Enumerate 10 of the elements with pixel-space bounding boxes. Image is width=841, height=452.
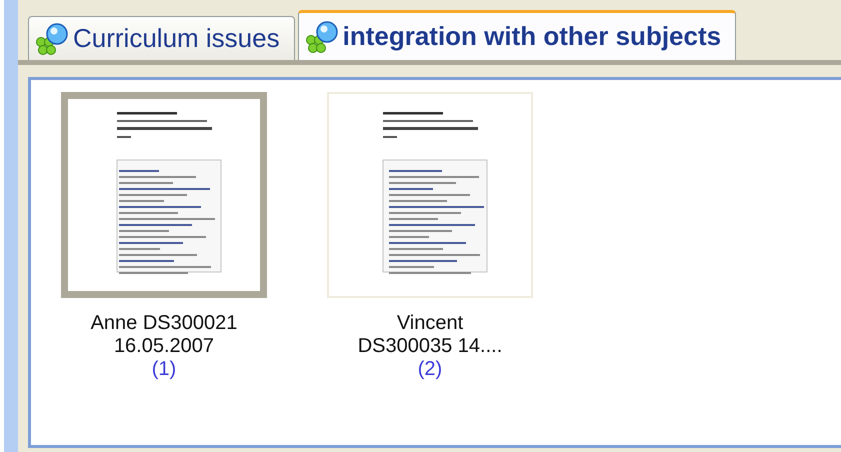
tab[interactable]: Curriculum issues xyxy=(28,16,295,60)
tab-label: integration with other subjects xyxy=(342,21,722,52)
document-count: (1) xyxy=(152,358,176,381)
bubbles-icon xyxy=(304,20,339,54)
tab-label: Curriculum issues xyxy=(73,23,280,54)
document-caption: Anne DS300021 16.05.2007 xyxy=(90,312,238,358)
tab[interactable]: integration with other subjects xyxy=(298,10,736,60)
bubbles-icon xyxy=(35,22,69,56)
document-count: (2) xyxy=(418,358,442,381)
document-caption: Vincent DS300035 14.... xyxy=(356,312,504,358)
